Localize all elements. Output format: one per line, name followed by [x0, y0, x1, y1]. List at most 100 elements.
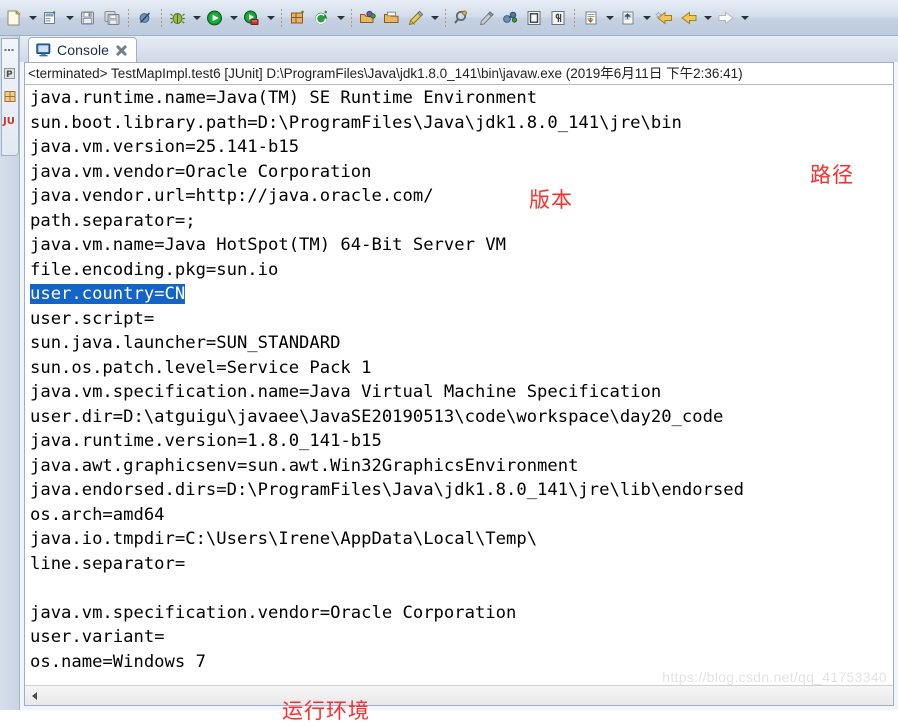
new-package-button[interactable] — [286, 6, 310, 30]
debug-dropdown[interactable] — [190, 6, 203, 30]
restore-icon[interactable] — [2, 42, 18, 59]
save-all-button[interactable] — [100, 6, 124, 30]
new-java-project-dropdown[interactable] — [63, 6, 76, 30]
back-star-icon — [655, 10, 672, 25]
open-type-button[interactable] — [356, 6, 380, 30]
svg-text:JU: JU — [2, 116, 15, 127]
open-task-button[interactable] — [380, 6, 404, 30]
pencil-icon — [408, 10, 424, 25]
previous-annotation-button[interactable] — [579, 6, 603, 30]
console-log-line: java.awt.graphicsenv=sun.awt.Win32Graphi… — [30, 455, 579, 476]
console-log-line: java.vm.specification.vendor=Oracle Corp… — [30, 602, 517, 623]
edit-button[interactable] — [404, 6, 428, 30]
console-log-line: sun.java.launcher=SUN_STANDARD — [30, 333, 341, 353]
close-icon[interactable] — [115, 44, 128, 57]
save-button[interactable] — [76, 6, 100, 30]
junit-glyph-icon: JU — [2, 116, 15, 127]
console-log-line: line.separator= — [30, 553, 186, 574]
previous-annotation-dropdown[interactable] — [603, 6, 616, 30]
debug-button[interactable] — [166, 6, 190, 30]
search-icon — [454, 10, 467, 24]
next-annotation-button[interactable] — [616, 6, 640, 30]
new-wizard-dropdown[interactable] — [26, 6, 39, 30]
divider — [25, 84, 893, 85]
toolbar-separator — [570, 7, 579, 29]
console-log-line: java.vendor.url=http://java.oracle.com/ — [30, 186, 434, 206]
back-arrow-icon — [681, 11, 697, 24]
edit-dropdown[interactable] — [428, 6, 441, 30]
next-annotation-dropdown[interactable] — [640, 6, 653, 30]
coverage-icon — [244, 10, 259, 25]
toolbar-separator — [347, 7, 356, 29]
toggle-block-selection-button[interactable] — [522, 6, 546, 30]
link-icon — [503, 11, 518, 23]
console-output-area[interactable]: <terminated> TestMapImpl.test6 [JUnit] D… — [24, 62, 894, 706]
outline-glyph-icon — [4, 91, 15, 102]
show-whitespace-button[interactable] — [546, 6, 570, 30]
coverage-button[interactable] — [240, 6, 264, 30]
toolbar-separator — [441, 7, 450, 29]
scroll-left-arrow-icon[interactable] — [26, 687, 43, 704]
run-button[interactable] — [203, 6, 227, 30]
console-log-line: user.script= — [30, 308, 155, 329]
new-java-project-button[interactable] — [39, 6, 63, 30]
console-log-line: java.vm.specification.name=Java Virtual … — [30, 382, 662, 402]
run-dropdown[interactable] — [227, 6, 240, 30]
run-play-icon — [207, 10, 222, 25]
outline-icon[interactable] — [2, 88, 18, 105]
console-log-line: user.variant= — [30, 627, 165, 647]
junit-icon[interactable]: JU — [2, 111, 18, 128]
next-annotation-icon — [622, 11, 634, 24]
console-log-line: java.endorsed.dirs=D:\ProgramFiles\Java\… — [30, 480, 744, 500]
skip-breakpoints-icon — [139, 11, 151, 23]
back-to-button[interactable] — [653, 6, 677, 30]
new-class-dropdown[interactable] — [334, 6, 347, 30]
console-log-line: sun.boot.library.path=D:\ProgramFiles\Ja… — [30, 112, 682, 133]
annotation-button[interactable] — [474, 6, 498, 30]
toolbar-separator — [277, 7, 286, 29]
left-view-bar: P JU — [0, 36, 20, 710]
link-button[interactable] — [498, 6, 522, 30]
tab-console-label: Console — [57, 42, 110, 58]
search-button[interactable] — [450, 6, 474, 30]
minimized-view-stack[interactable]: P JU — [1, 38, 19, 156]
console-log-line: sun.os.patch.level=Service Pack 1 — [30, 357, 372, 378]
new-file-icon — [7, 9, 21, 25]
new-package-icon — [291, 10, 304, 23]
console-log-line: java.runtime.version=1.8.0_141-b15 — [30, 431, 382, 451]
debug-bug-icon — [170, 12, 185, 24]
save-icon — [81, 11, 94, 24]
terminated-process-line: <terminated> TestMapImpl.test6 [JUnit] D… — [28, 66, 743, 81]
skip-all-breakpoints-button[interactable] — [133, 6, 157, 30]
tab-console[interactable]: Console — [28, 37, 138, 62]
horizontal-scrollbar[interactable] — [25, 685, 893, 705]
console-log-line: java.vm.vendor=Oracle Corporation — [30, 161, 372, 182]
console-log-line: os.arch=amd64 — [30, 504, 165, 525]
restore-glyph-icon — [4, 48, 13, 51]
coverage-dropdown[interactable] — [264, 6, 277, 30]
forward-button[interactable] — [714, 6, 738, 30]
new-class-button[interactable] — [310, 6, 334, 30]
svg-text:P: P — [6, 70, 13, 80]
package-explorer-icon[interactable]: P — [2, 65, 18, 82]
new-wizard-button[interactable] — [2, 6, 26, 30]
console-monitor-icon — [36, 43, 51, 57]
console-log-line: java.vm.name=Java HotSpot(TM) 64-Bit Ser… — [30, 235, 506, 255]
open-type-icon — [360, 10, 376, 23]
back-button[interactable] — [677, 6, 701, 30]
back-dropdown[interactable] — [701, 6, 714, 30]
toolbar-separator — [157, 7, 166, 29]
new-class-icon — [315, 10, 327, 24]
toolbar-separator — [124, 7, 133, 29]
pilcrow-icon — [551, 10, 565, 25]
console-log-line: java.io.tmpdir=C:\Users\Irene\AppData\Lo… — [30, 529, 538, 549]
console-log-line: user.dir=D:\atguigu\javaee\JavaSE2019051… — [30, 406, 724, 427]
annotation-path: 路径 — [810, 163, 854, 187]
forward-dropdown[interactable] — [738, 6, 751, 30]
block-selection-icon — [527, 10, 541, 25]
view-tab-bar: Console — [20, 36, 898, 62]
console-log[interactable]: java.runtime.name=Java(TM) SE Runtime En… — [25, 86, 893, 685]
console-log-line — [30, 576, 893, 601]
console-log-line: java.runtime.name=Java(TM) SE Runtime En… — [30, 88, 538, 108]
new-project-icon — [44, 10, 56, 24]
